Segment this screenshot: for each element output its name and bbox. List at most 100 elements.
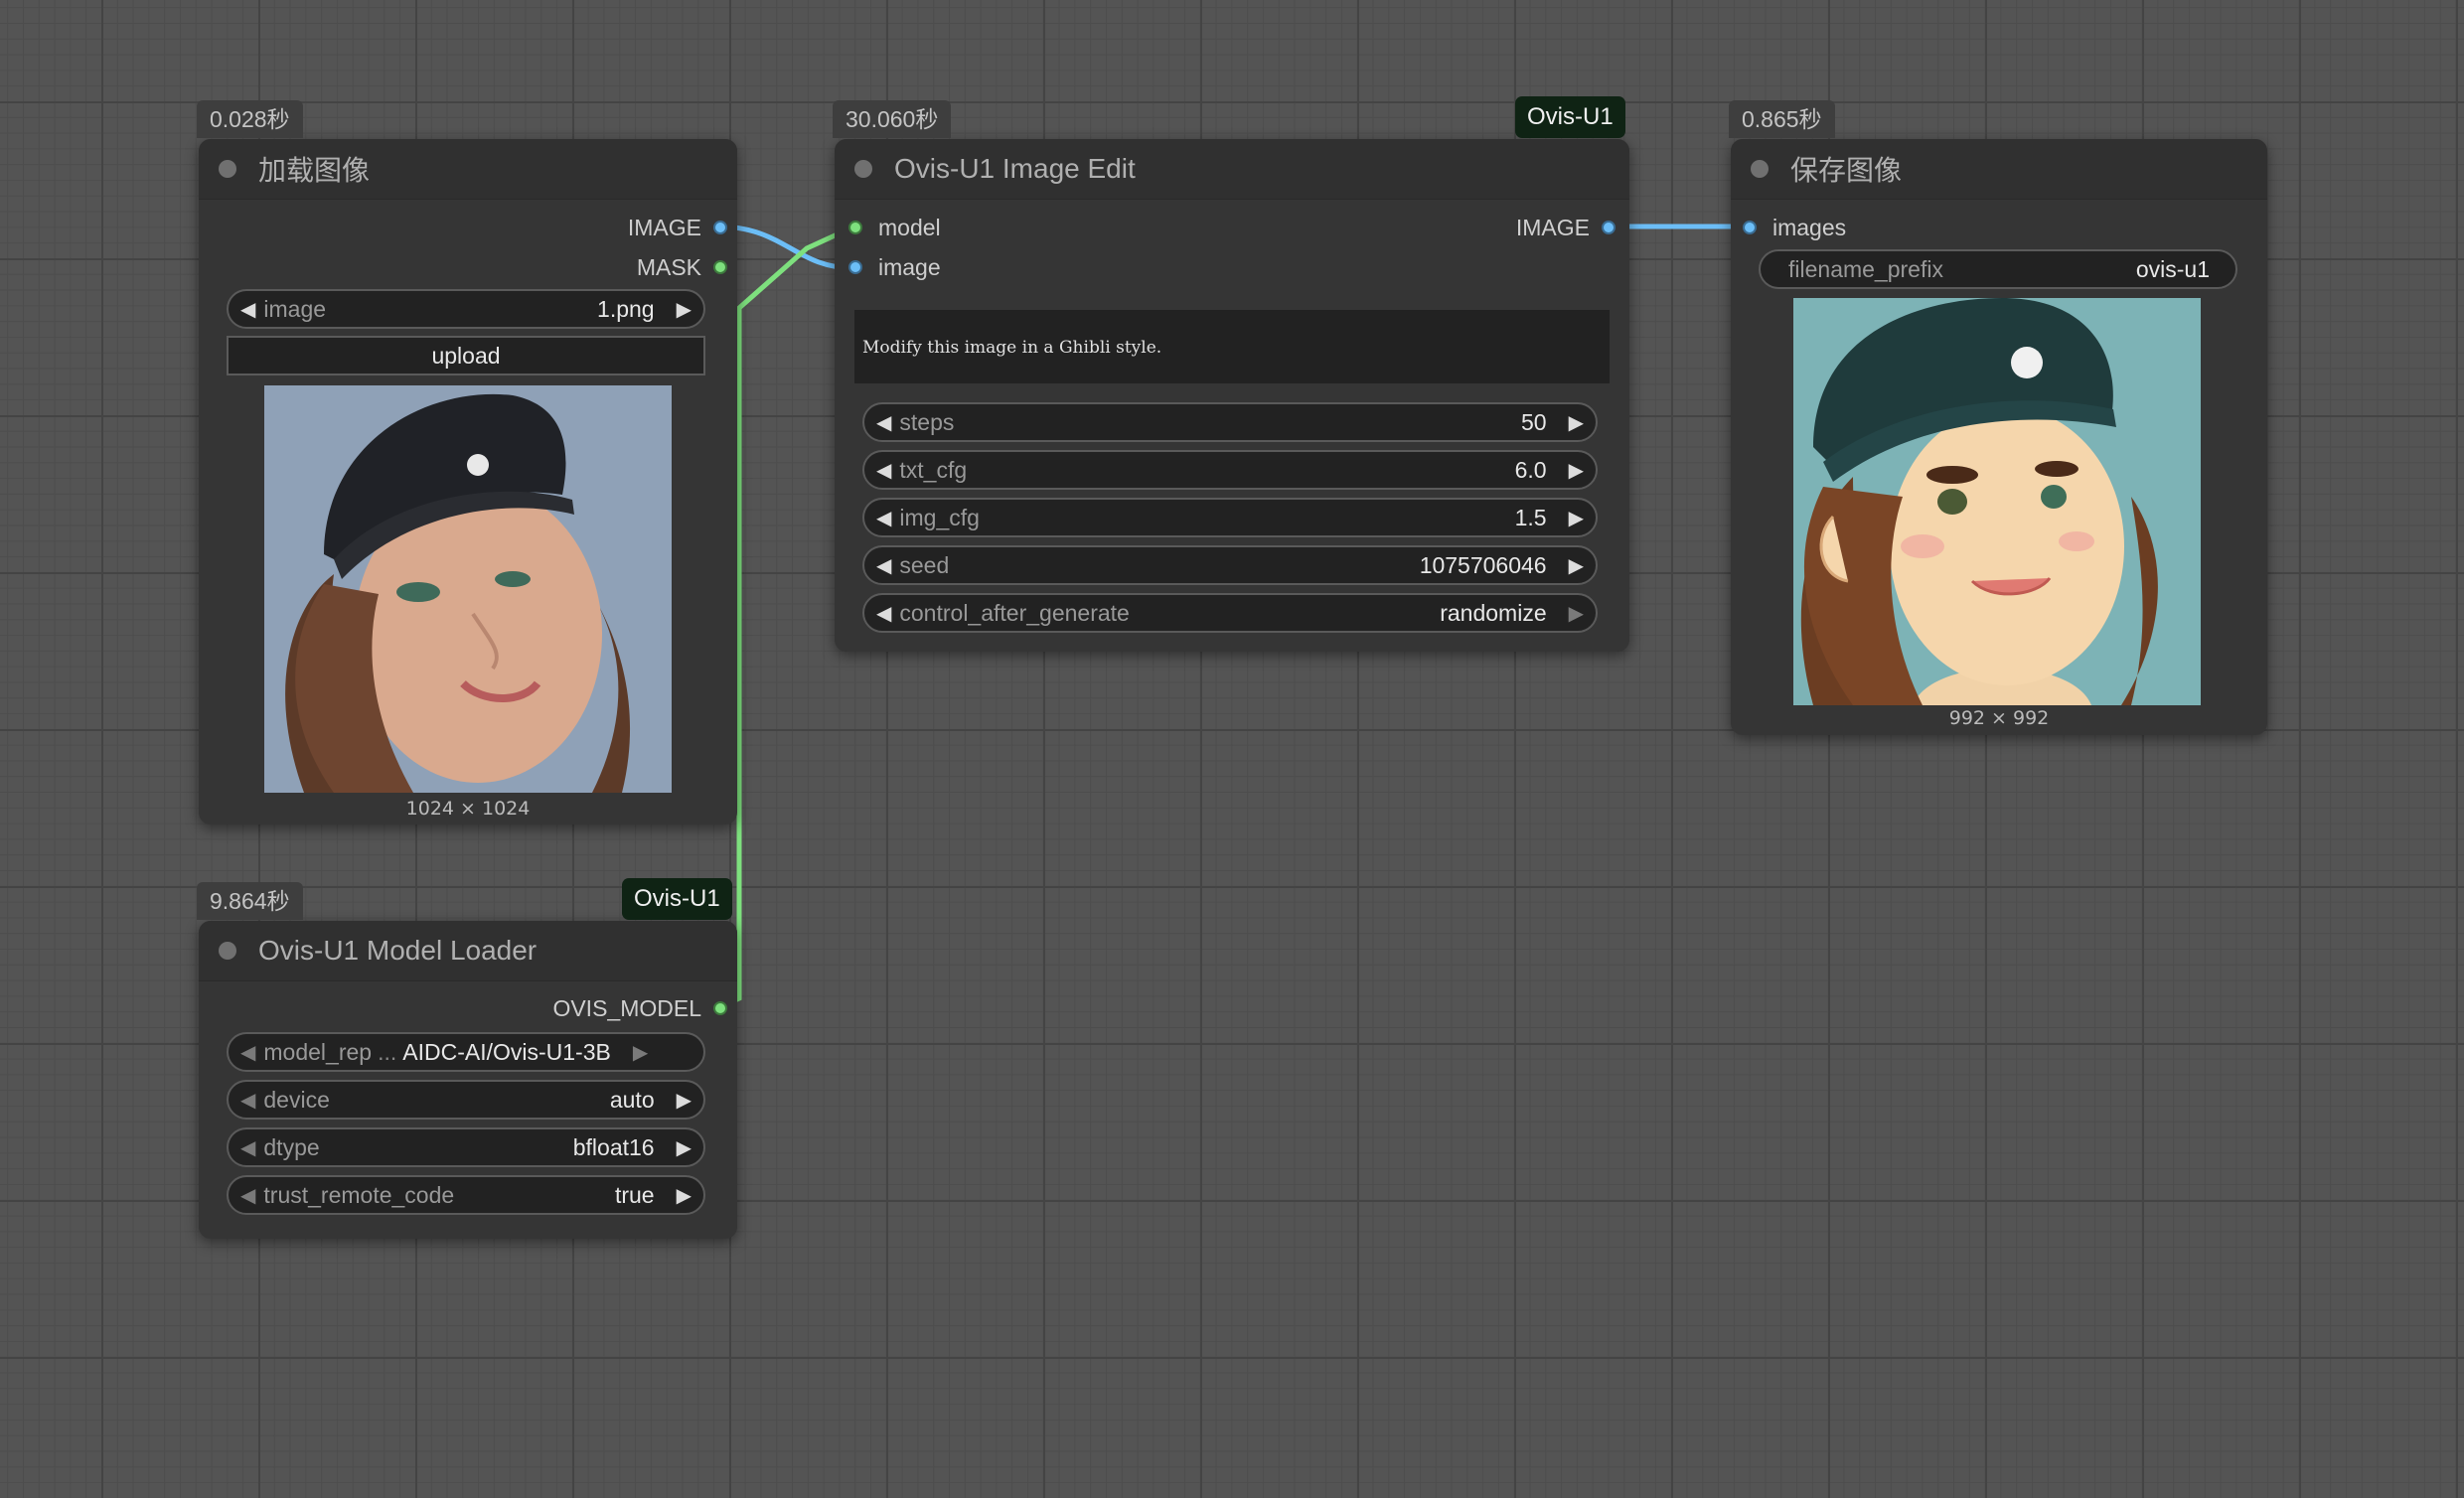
save-image-node[interactable]: 保存图像 images filename_prefix ovis-u1 992 …	[1731, 139, 2267, 735]
decrement-arrow-icon[interactable]: ◀	[240, 1040, 255, 1065]
load-image-node[interactable]: 加载图像 IMAGE MASK ◀ image 1.png ▶ upload 1…	[199, 139, 737, 824]
increment-arrow-icon[interactable]: ▶	[633, 1040, 648, 1065]
widget-value: auto	[609, 1086, 655, 1113]
input-images[interactable]: images	[1743, 208, 1846, 247]
upload-button[interactable]: upload	[227, 336, 705, 375]
load-image-header[interactable]: 加载图像	[199, 139, 737, 200]
output-socket[interactable]	[713, 260, 727, 274]
increment-arrow-icon[interactable]: ▶	[1569, 410, 1584, 435]
decrement-arrow-icon[interactable]: ◀	[876, 458, 891, 483]
input-socket[interactable]	[848, 221, 862, 234]
input-label: images	[1772, 214, 1847, 240]
node-collapse-dot[interactable]	[219, 160, 236, 178]
output-image-preview	[1793, 298, 2201, 705]
widget-label: model_rep	[263, 1038, 373, 1065]
widget-value: true	[614, 1181, 655, 1208]
control-after-generate-combo[interactable]: ◀ control_after_generate randomize ▶	[862, 593, 1598, 633]
widget-label: txt_cfg	[899, 456, 968, 483]
widget-label: seed	[899, 551, 950, 578]
node-title: 加载图像	[258, 155, 371, 186]
device-combo[interactable]: ◀ device auto ▶	[227, 1080, 705, 1120]
load-image-time-badge: 0.028秒	[197, 100, 303, 138]
image-size-caption: 1024 × 1024	[405, 798, 531, 820]
output-mask[interactable]: MASK	[637, 247, 727, 287]
image-size-caption: 992 × 992	[1948, 707, 2050, 729]
prompt-textarea[interactable]: Modify this image in a Ghibli style.	[854, 310, 1610, 383]
widget-value: 6.0	[1514, 456, 1547, 483]
decrement-arrow-icon[interactable]: ◀	[876, 601, 891, 626]
input-model[interactable]: model	[848, 208, 941, 247]
node-collapse-dot[interactable]	[219, 942, 236, 960]
decrement-arrow-icon[interactable]: ◀	[240, 1183, 255, 1208]
increment-arrow-icon[interactable]: ▶	[1569, 601, 1584, 626]
image-edit-tag: Ovis-U1	[1515, 96, 1625, 138]
increment-arrow-icon[interactable]: ▶	[677, 297, 692, 322]
output-socket[interactable]	[713, 221, 727, 234]
widget-label: filename_prefix	[1788, 255, 1943, 282]
label-ellipsis: ...	[378, 1038, 397, 1065]
widget-value: 1.5	[1514, 504, 1547, 530]
img-cfg-number[interactable]: ◀ img_cfg 1.5 ▶	[862, 498, 1598, 537]
node-title: 保存图像	[1790, 155, 1903, 186]
dtype-combo[interactable]: ◀ dtype bfloat16 ▶	[227, 1127, 705, 1167]
input-image-preview	[264, 385, 672, 793]
image-edit-time-badge: 30.060秒	[833, 100, 952, 138]
model-rep-combo[interactable]: ◀ model_rep ... AIDC-AI/Ovis-U1-3B ▶	[227, 1032, 705, 1072]
node-title: Ovis-U1 Image Edit	[894, 153, 1136, 184]
output-label: MASK	[636, 253, 701, 280]
input-label: image	[878, 253, 941, 280]
output-label: IMAGE	[627, 214, 701, 240]
input-socket[interactable]	[1743, 221, 1757, 234]
widget-label: img_cfg	[899, 504, 980, 530]
model-loader-time-badge: 9.864秒	[197, 882, 303, 920]
widget-value: ovis-u1	[2135, 255, 2210, 282]
model-loader-node[interactable]: Ovis-U1 Model Loader OVIS_MODEL ◀ model_…	[199, 921, 737, 1239]
decrement-arrow-icon[interactable]: ◀	[240, 1088, 255, 1113]
increment-arrow-icon[interactable]: ▶	[677, 1183, 692, 1208]
widget-label: trust_remote_code	[263, 1181, 455, 1208]
node-collapse-dot[interactable]	[1751, 160, 1769, 178]
decrement-arrow-icon[interactable]: ◀	[240, 1135, 255, 1160]
output-image[interactable]: IMAGE	[628, 208, 727, 247]
widget-label: control_after_generate	[899, 599, 1130, 626]
output-image[interactable]: IMAGE	[1516, 208, 1616, 247]
image-edit-node[interactable]: Ovis-U1 Image Edit model image IMAGE Mod…	[835, 139, 1629, 652]
txt-cfg-number[interactable]: ◀ txt_cfg 6.0 ▶	[862, 450, 1598, 490]
decrement-arrow-icon[interactable]: ◀	[876, 506, 891, 530]
output-socket[interactable]	[1602, 221, 1616, 234]
input-image[interactable]: image	[848, 247, 941, 287]
output-label: OVIS_MODEL	[552, 994, 701, 1021]
image-combo[interactable]: ◀ image 1.png ▶	[227, 289, 705, 329]
widget-label: dtype	[263, 1133, 320, 1160]
node-title: Ovis-U1 Model Loader	[258, 935, 538, 966]
steps-number[interactable]: ◀ steps 50 ▶	[862, 402, 1598, 442]
seed-number[interactable]: ◀ seed 1075706046 ▶	[862, 545, 1598, 585]
output-socket[interactable]	[713, 1001, 727, 1015]
widget-label: image	[263, 295, 327, 322]
filename-prefix-field[interactable]: filename_prefix ovis-u1	[1759, 249, 2237, 289]
widget-label: steps	[899, 408, 955, 435]
save-image-time-badge: 0.865秒	[1729, 100, 1835, 138]
output-ovis-model[interactable]: OVIS_MODEL	[552, 988, 727, 1028]
input-label: model	[878, 214, 941, 240]
widget-value: randomize	[1440, 599, 1547, 626]
increment-arrow-icon[interactable]: ▶	[1569, 458, 1584, 483]
model-loader-tag: Ovis-U1	[622, 878, 732, 920]
decrement-arrow-icon[interactable]: ◀	[876, 410, 891, 435]
decrement-arrow-icon[interactable]: ◀	[876, 553, 891, 578]
increment-arrow-icon[interactable]: ▶	[677, 1088, 692, 1113]
save-image-header[interactable]: 保存图像	[1731, 139, 2267, 200]
model-loader-header[interactable]: Ovis-U1 Model Loader	[199, 921, 737, 981]
increment-arrow-icon[interactable]: ▶	[1569, 553, 1584, 578]
node-collapse-dot[interactable]	[854, 160, 872, 178]
widget-label: device	[263, 1086, 330, 1113]
image-edit-header[interactable]: Ovis-U1 Image Edit	[835, 139, 1629, 200]
input-socket[interactable]	[848, 260, 862, 274]
decrement-arrow-icon[interactable]: ◀	[240, 297, 255, 322]
widget-value: 50	[1521, 408, 1547, 435]
widget-value: 1.png	[597, 295, 655, 322]
increment-arrow-icon[interactable]: ▶	[677, 1135, 692, 1160]
trust-remote-code-toggle[interactable]: ◀ trust_remote_code true ▶	[227, 1175, 705, 1215]
output-label: IMAGE	[1515, 214, 1590, 240]
increment-arrow-icon[interactable]: ▶	[1569, 506, 1584, 530]
